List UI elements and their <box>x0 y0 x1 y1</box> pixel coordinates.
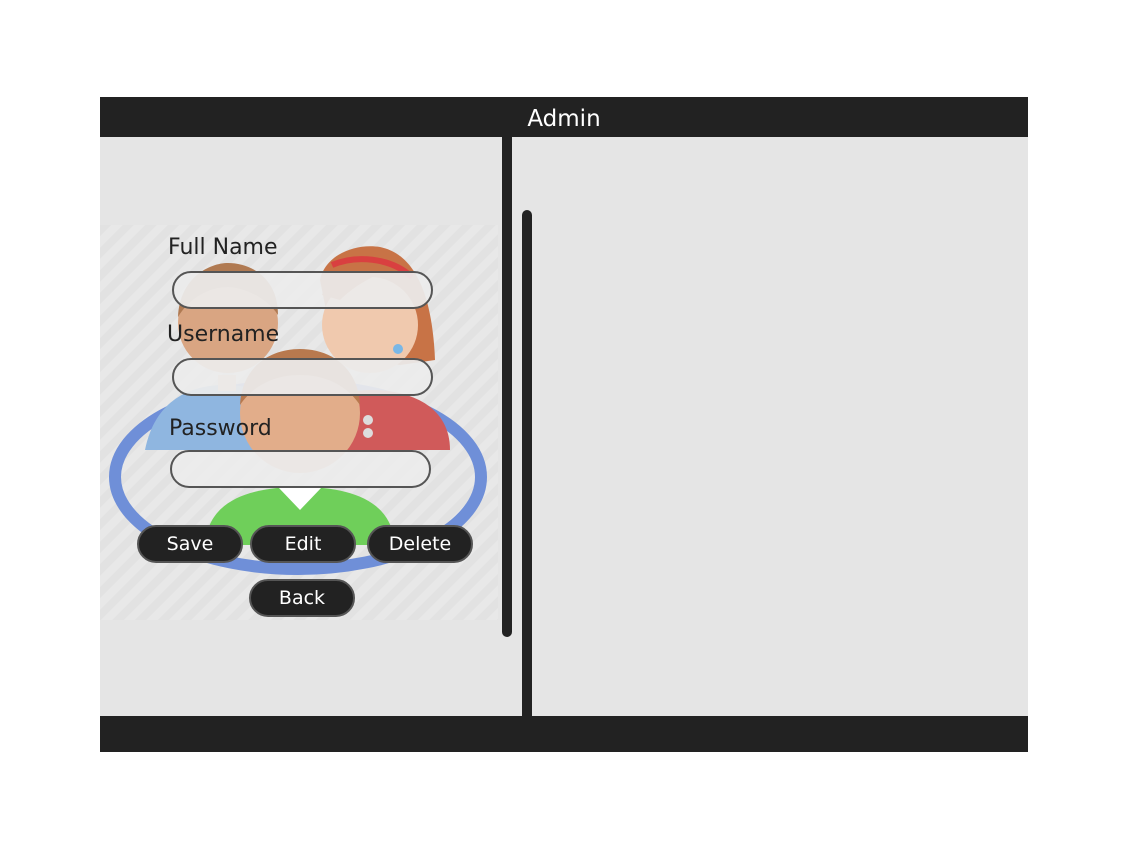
password-label: Password <box>169 416 272 441</box>
username-label: Username <box>167 322 280 347</box>
full-name-input[interactable] <box>172 271 433 309</box>
window-title: Admin <box>527 106 601 132</box>
delete-button[interactable]: Delete <box>367 525 473 563</box>
edit-button[interactable]: Edit <box>250 525 356 563</box>
right-panel-divider <box>522 210 532 722</box>
footer-bar <box>100 716 1028 752</box>
full-name-label: Full Name <box>168 235 278 260</box>
user-form-panel: Full Name Username Password Save Edit De… <box>100 225 498 620</box>
admin-window: Admin Full Name Username Password Save E… <box>100 97 1028 752</box>
left-panel-divider <box>502 137 512 637</box>
save-button[interactable]: Save <box>137 525 243 563</box>
username-input[interactable] <box>172 358 433 396</box>
back-button[interactable]: Back <box>249 579 355 617</box>
password-input[interactable] <box>170 450 431 488</box>
